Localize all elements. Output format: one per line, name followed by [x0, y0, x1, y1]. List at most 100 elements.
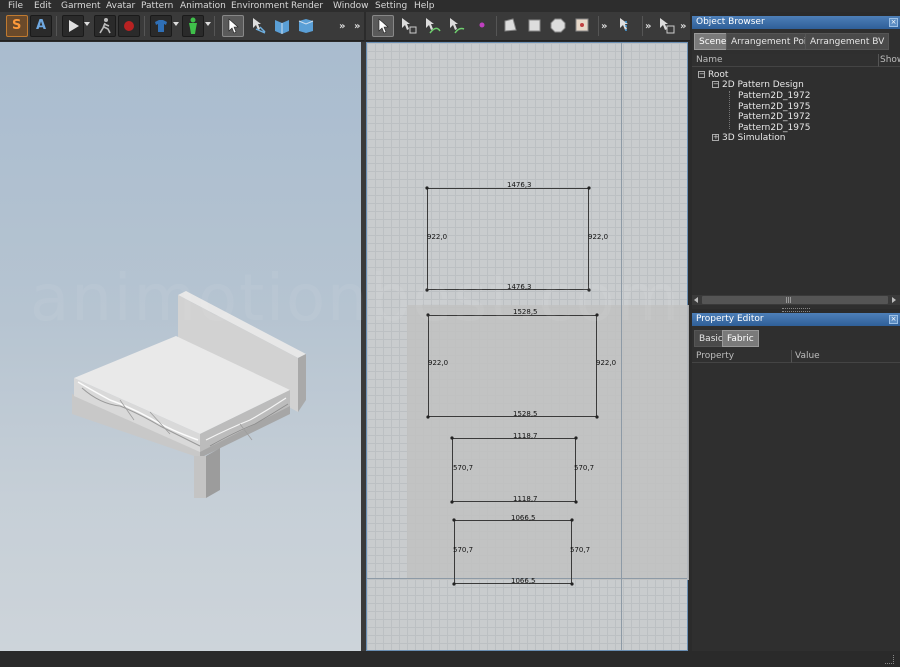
polygon-icon[interactable] [500, 15, 520, 35]
property-editor-title: Property Editor [696, 314, 764, 324]
add-point-icon[interactable] [472, 15, 492, 35]
pattern-point [574, 436, 578, 440]
toolbar-separator [56, 16, 57, 36]
tack-arrangement-icon[interactable] [296, 15, 316, 35]
tree-connector [729, 91, 731, 129]
toolbar-3d: S A » » [0, 12, 364, 41]
pattern-point [574, 500, 578, 504]
pattern-point [450, 436, 454, 440]
simulation-mode-button[interactable]: S [6, 15, 28, 37]
object-browser-title-bar: Object Browser × [692, 16, 900, 29]
menu-file[interactable]: File [8, 0, 23, 12]
toolbar-separator [144, 16, 145, 36]
tree-item-pattern[interactable]: Pattern2D_1975 [738, 123, 810, 134]
pattern-point [452, 582, 456, 586]
record-icon[interactable] [118, 15, 140, 37]
resize-grip-icon[interactable] [885, 655, 894, 664]
menu-help[interactable]: Help [414, 0, 435, 12]
garment-dropdown-icon[interactable] [173, 22, 179, 26]
rectangle-icon[interactable] [524, 15, 544, 35]
pattern-points [425, 186, 599, 586]
pattern-point [452, 518, 456, 522]
tree-item-pattern[interactable]: Pattern2D_1975 [738, 102, 810, 113]
bed-leg-side [206, 448, 220, 498]
walk-avatar-icon[interactable] [94, 15, 116, 37]
tree-item-label: 3D Simulation [722, 133, 786, 143]
headboard-side [298, 354, 306, 412]
pattern-point [570, 518, 574, 522]
menu-animation[interactable]: Animation [180, 0, 226, 12]
animation-mode-label: A [36, 18, 47, 33]
pattern-point [426, 415, 430, 419]
tree-item-label: Root [708, 70, 729, 80]
free-sewing-icon[interactable] [656, 15, 676, 35]
menu-pattern[interactable]: Pattern [141, 0, 173, 12]
bed-model-3d [72, 291, 306, 498]
tree-item-2d-pattern-design[interactable]: −2D Pattern Design [712, 80, 804, 91]
animation-mode-button[interactable]: A [30, 15, 52, 37]
garment-shirt-icon[interactable] [150, 15, 172, 37]
panel-resize-grip[interactable] [782, 308, 810, 312]
menu-render[interactable]: Render [291, 0, 323, 12]
object-browser-panel: Scene Arrangement Point Arrangement BV N… [692, 29, 900, 312]
column-header-property[interactable]: Property [692, 350, 791, 363]
curve-point-icon[interactable] [446, 15, 466, 35]
watermark-text: animotionbest.com [30, 262, 682, 336]
collapse-icon[interactable]: − [698, 71, 705, 78]
transform-pattern-icon[interactable] [372, 15, 394, 37]
select-mesh-icon[interactable] [248, 15, 268, 35]
menu-garment[interactable]: Garment [61, 0, 101, 12]
column-header-name[interactable]: Name [692, 54, 878, 67]
avatar-dropdown-icon[interactable] [205, 22, 211, 26]
tree-item-3d-simulation[interactable]: +3D Simulation [712, 133, 785, 144]
tree-item-pattern[interactable]: Pattern2D_1972 [738, 91, 810, 102]
scroll-right-icon[interactable] [892, 297, 896, 303]
column-header-value[interactable]: Value [791, 350, 900, 363]
toolbar-separator [598, 16, 599, 36]
avatar-figure-icon[interactable] [182, 15, 204, 37]
edit-pattern-icon[interactable] [398, 15, 418, 35]
edit-curve-icon[interactable] [422, 15, 442, 35]
scrollbar-thumb[interactable] [702, 296, 888, 304]
status-bar [0, 651, 900, 667]
tree-item-label: 2D Pattern Design [722, 80, 804, 90]
tree-item-pattern[interactable]: Pattern2D_1972 [738, 112, 810, 123]
play-dropdown-icon[interactable] [84, 22, 90, 26]
menu-environment[interactable]: Environment [231, 0, 288, 12]
toolbar-2d: » » » [366, 12, 690, 41]
internal-shape-icon[interactable] [572, 15, 592, 35]
pattern-point [450, 500, 454, 504]
menu-edit[interactable]: Edit [34, 0, 51, 12]
bed-leg [194, 456, 206, 498]
toolbar-overflow-icon[interactable]: » [601, 21, 607, 32]
tab-fabric[interactable]: Fabric [722, 330, 759, 347]
circle-icon[interactable] [548, 15, 568, 35]
simulation-mode-label: S [12, 18, 22, 33]
toolbar-overflow-icon[interactable]: » [645, 21, 651, 32]
column-header-show[interactable]: Show [878, 54, 900, 67]
horizontal-scrollbar[interactable] [692, 295, 900, 305]
close-icon[interactable]: × [889, 18, 898, 27]
pattern-point [570, 582, 574, 586]
scroll-left-icon[interactable] [694, 297, 698, 303]
select-arrow-icon[interactable] [222, 15, 244, 37]
close-icon[interactable]: × [889, 315, 898, 324]
toolbar-overflow-icon[interactable]: » [680, 21, 686, 32]
menu-window[interactable]: Window [333, 0, 369, 12]
menu-avatar[interactable]: Avatar [106, 0, 135, 12]
toolbar-separator [214, 16, 215, 36]
viewport-3d[interactable] [0, 42, 361, 651]
menu-setting[interactable]: Setting [375, 0, 407, 12]
segment-sewing-icon[interactable] [616, 15, 636, 35]
viewport-2d[interactable]: 1476,3 1476,3 922,0 922,0 1528,5 1528,5 … [366, 42, 689, 651]
pattern-point [587, 186, 591, 190]
play-icon[interactable] [62, 15, 84, 37]
collapse-icon[interactable]: − [712, 81, 719, 88]
menu-bar: File Edit Garment Avatar Pattern Animati… [0, 0, 900, 12]
toolbar-overflow-icon[interactable]: » [354, 21, 360, 32]
expand-icon[interactable]: + [712, 134, 719, 141]
tab-arrangement-bv[interactable]: Arrangement BV [805, 33, 890, 50]
toolbar-overflow-icon[interactable]: » [339, 21, 345, 32]
fold-arrangement-icon[interactable] [272, 15, 292, 35]
tree-item-root[interactable]: − Root [698, 70, 728, 81]
